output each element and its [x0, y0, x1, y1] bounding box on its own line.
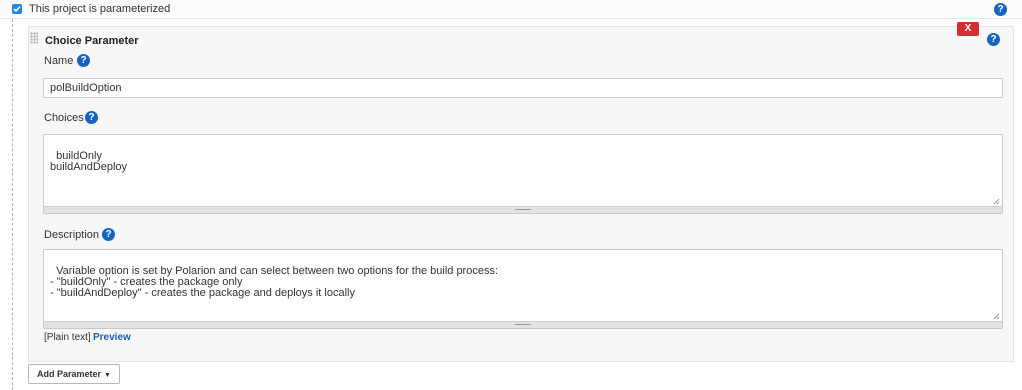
choices-text: buildOnly buildAndDeploy: [50, 150, 128, 173]
help-icon[interactable]: ?: [77, 54, 90, 67]
parameterized-label[interactable]: This project is parameterized: [29, 3, 170, 15]
add-parameter-label: Add Parameter: [37, 369, 102, 379]
format-label: [Plain text]: [44, 332, 91, 343]
name-label: Name: [44, 55, 74, 67]
parameterized-row: This project is parameterized ?: [0, 0, 1022, 19]
name-input[interactable]: [43, 78, 1003, 98]
description-text: Variable option is set by Polarion and c…: [50, 265, 499, 299]
preview-link[interactable]: Preview: [93, 332, 131, 343]
resize-handle-icon[interactable]: [992, 197, 1000, 205]
help-icon[interactable]: ?: [85, 111, 98, 124]
description-label: Description: [44, 229, 100, 241]
help-icon[interactable]: ?: [994, 3, 1007, 16]
textarea-grip[interactable]: [44, 321, 1002, 328]
nesting-guide-line: [12, 19, 13, 390]
dropdown-caret-icon: ▼: [104, 372, 111, 379]
checkmark-icon: [13, 5, 21, 13]
textarea-grip[interactable]: [44, 206, 1002, 213]
help-icon[interactable]: ?: [102, 228, 115, 241]
choices-label: Choices: [44, 112, 84, 124]
delete-parameter-button[interactable]: X: [957, 22, 979, 36]
section-title: Choice Parameter: [45, 35, 139, 47]
help-icon[interactable]: ?: [987, 33, 1000, 46]
drag-handle-icon[interactable]: [30, 32, 38, 44]
description-textarea[interactable]: Variable option is set by Polarion and c…: [43, 249, 1003, 329]
resize-handle-icon[interactable]: [992, 312, 1000, 320]
add-parameter-button[interactable]: Add Parameter ▼: [28, 364, 120, 384]
choices-textarea[interactable]: buildOnly buildAndDeploy: [43, 134, 1003, 214]
parameterized-checkbox[interactable]: [12, 4, 22, 14]
